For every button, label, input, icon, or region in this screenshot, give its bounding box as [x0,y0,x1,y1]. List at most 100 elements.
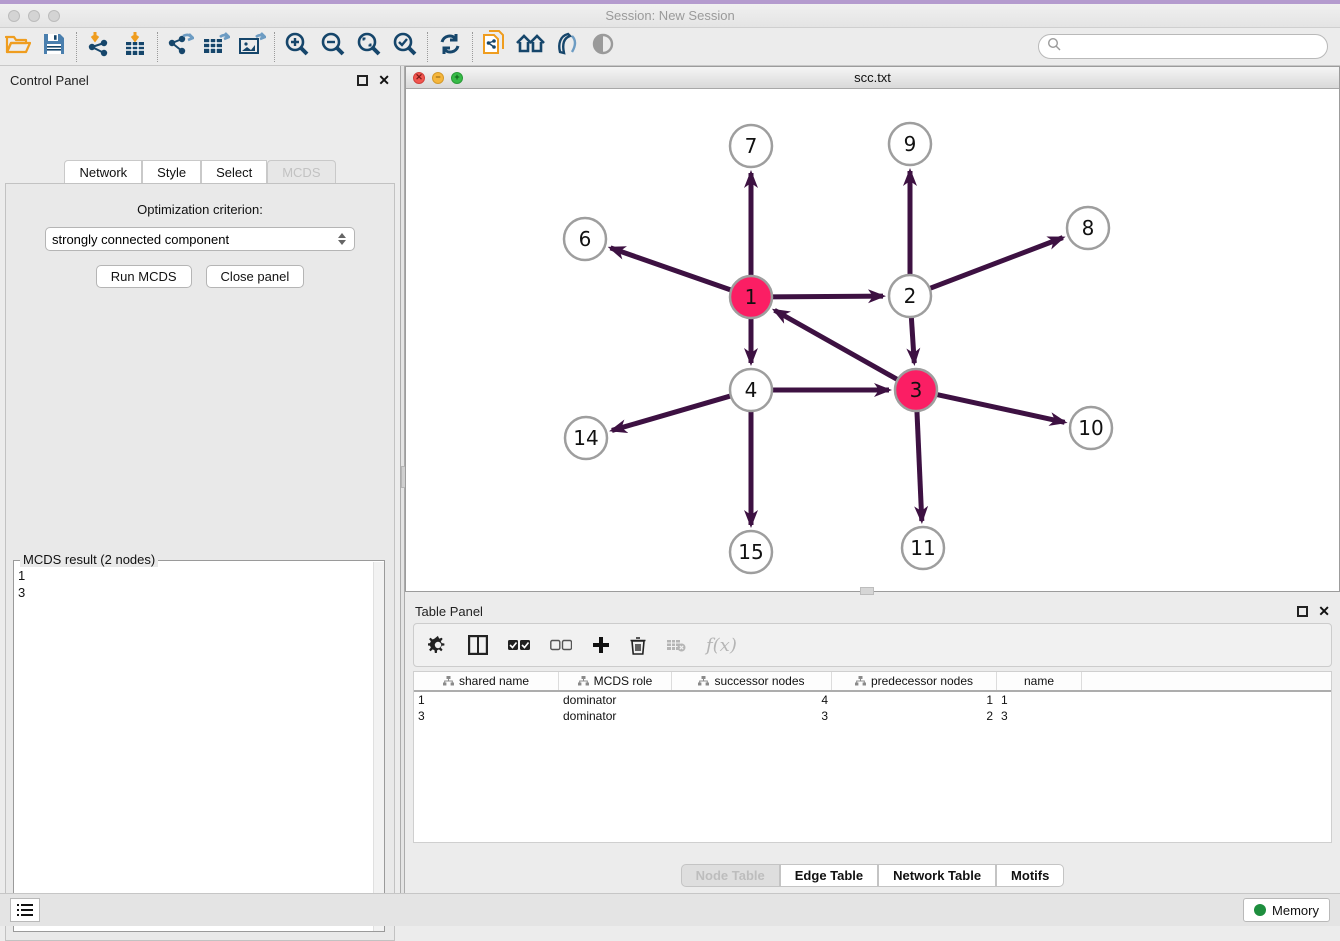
toolbar-separator [472,32,473,62]
open-session-button[interactable] [0,31,36,63]
graph-edge-3-10[interactable] [935,394,1065,422]
tab-network-table[interactable]: Network Table [878,864,996,887]
memory-status-icon [1254,904,1266,916]
close-panel-button[interactable]: Close panel [206,265,305,288]
graph-node-4[interactable]: 4 [730,369,772,411]
close-panel-icon[interactable]: ✕ [1318,603,1330,620]
mcds-result-line: 1 [18,567,380,584]
zoom-selected-icon [392,31,418,62]
export-image-button[interactable] [234,31,270,63]
show-all-networks-button[interactable] [513,31,549,63]
list-icon [17,903,33,917]
tab-select[interactable]: Select [201,160,267,184]
column-header-predecessor-nodes[interactable]: predecessor nodes [832,672,997,690]
save-session-button[interactable] [36,31,72,63]
svg-text:4: 4 [745,378,758,402]
zoom-in-button[interactable] [279,31,315,63]
delete-column-icon[interactable] [630,636,646,655]
tree-icon [855,676,866,686]
table-header-row: shared name MCDS role successor nodes pr… [414,672,1331,692]
table-panel: Table Panel ✕ f(x) sha [405,597,1340,893]
memory-button[interactable]: Memory [1243,898,1330,922]
duplicate-network-button[interactable] [477,31,513,63]
zoom-out-button[interactable] [315,31,351,63]
graph-edge-1-6[interactable] [610,248,733,291]
column-header-mcds-role[interactable]: MCDS role [559,672,672,690]
import-network-button[interactable] [81,31,117,63]
refresh-icon [438,32,462,61]
graph-node-9[interactable]: 9 [889,123,931,165]
app-titlebar: Session: New Session [0,4,1340,28]
graph-edge-4-14[interactable] [612,395,733,430]
control-panel: Control Panel ✕ Network Style Select MCD… [0,66,400,886]
graph-node-1[interactable]: 1 [730,276,772,318]
column-header-name[interactable]: name [997,672,1082,690]
search-input[interactable] [1061,40,1327,54]
float-panel-icon[interactable] [357,75,368,86]
import-table-button[interactable] [117,31,153,63]
column-layout-icon[interactable] [468,635,488,655]
table-row[interactable]: 3 dominator 3 2 3 [414,708,1331,724]
optimization-select-value: strongly connected component [52,232,338,247]
task-history-button[interactable] [10,898,40,922]
close-panel-icon[interactable]: ✕ [378,72,390,89]
select-all-checkboxes-icon[interactable] [508,639,530,651]
duplicate-network-icon [482,30,508,63]
graph-edge-2-8[interactable] [928,238,1063,290]
table-toolbar: f(x) [413,623,1332,667]
control-panel-header: Control Panel ✕ [0,66,400,94]
graph-edge-2-3[interactable] [911,315,914,363]
graph-node-10[interactable]: 10 [1070,407,1112,449]
function-builder-icon: f(x) [706,635,737,656]
refresh-layout-button[interactable] [432,31,468,63]
table-row[interactable]: 1 dominator 4 1 1 [414,692,1331,708]
result-scrollbar[interactable] [373,562,384,931]
tab-style[interactable]: Style [142,160,201,184]
graph-node-3[interactable]: 3 [895,369,937,411]
apply-style-button[interactable] [549,31,585,63]
control-panel-title: Control Panel [10,73,89,88]
svg-text:1: 1 [745,285,758,309]
svg-text:3: 3 [910,378,923,402]
show-hide-button[interactable] [585,31,621,63]
deselect-all-checkboxes-icon[interactable] [550,639,572,651]
tab-mcds[interactable]: MCDS [267,160,335,184]
tab-edge-table[interactable]: Edge Table [780,864,878,887]
mcds-result-line: 3 [18,584,380,601]
network-window-titlebar[interactable]: ✕ − + scc.txt [406,67,1339,89]
node-table[interactable]: shared name MCDS role successor nodes pr… [413,671,1332,843]
export-network-button[interactable] [162,31,198,63]
network-graph-canvas[interactable]: 1 2 3 4 6 7 8 9 10 11 14 15 [406,89,1339,591]
optimization-select[interactable]: strongly connected component [45,227,355,251]
svg-text:2: 2 [904,284,917,308]
tab-motifs[interactable]: Motifs [996,864,1064,887]
tree-icon [578,676,589,686]
tab-node-table[interactable]: Node Table [681,864,780,887]
graph-node-14[interactable]: 14 [565,417,607,459]
graph-node-6[interactable]: 6 [564,218,606,260]
graph-edge-1-2[interactable] [770,296,883,297]
graph-edge-3-11[interactable] [917,409,922,521]
graph-node-15[interactable]: 15 [730,531,772,573]
zoom-fit-button[interactable] [351,31,387,63]
export-table-button[interactable] [198,31,234,63]
status-bar: Memory [0,893,1340,926]
graph-node-8[interactable]: 8 [1067,207,1109,249]
svg-text:8: 8 [1082,216,1095,240]
graph-edge-3-1[interactable] [775,310,900,380]
mcds-result-box: MCDS result (2 nodes) 1 3 [13,560,385,932]
graph-node-11[interactable]: 11 [902,527,944,569]
column-header-shared-name[interactable]: shared name [414,672,559,690]
zoom-selected-button[interactable] [387,31,423,63]
graph-node-7[interactable]: 7 [730,125,772,167]
run-mcds-button[interactable]: Run MCDS [96,265,192,288]
column-header-successor-nodes[interactable]: successor nodes [672,672,832,690]
tab-network[interactable]: Network [64,160,142,184]
add-column-icon[interactable] [592,636,610,654]
search-field[interactable] [1038,34,1328,59]
splitter-handle[interactable] [860,587,874,595]
delete-table-disabled-icon [666,638,686,652]
graph-node-2[interactable]: 2 [889,275,931,317]
settings-gear-icon[interactable] [428,635,448,655]
float-panel-icon[interactable] [1297,606,1308,617]
